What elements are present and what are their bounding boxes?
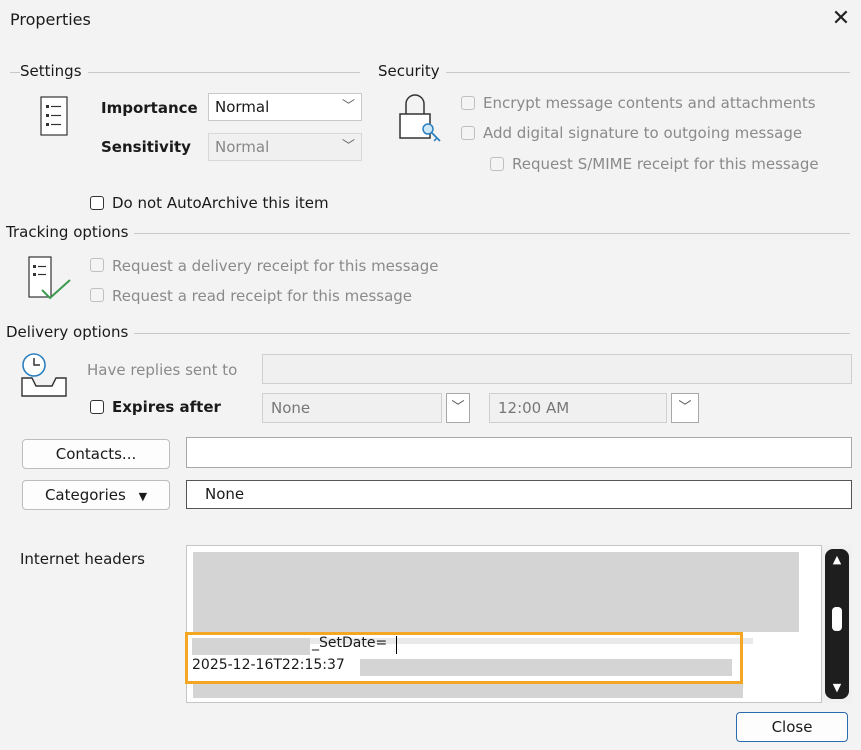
redacted-block [193, 684, 743, 698]
replies-label: Have replies sent to [87, 361, 238, 379]
properties-list-icon [40, 96, 68, 140]
delivery-receipt-label: Request a delivery receipt for this mess… [112, 257, 439, 275]
internet-headers-label: Internet headers [20, 550, 145, 568]
scrollbar-thumb[interactable] [832, 607, 842, 631]
headers-scrollbar[interactable]: ▲ ▼ [822, 545, 852, 703]
sensitivity-select[interactable]: Normal ﹀ [208, 133, 362, 161]
lock-key-icon [398, 92, 444, 152]
chevron-down-icon: ﹀ [451, 400, 465, 415]
replies-input[interactable] [262, 354, 852, 384]
read-receipt-checkbox[interactable] [90, 288, 104, 302]
redacted-block [360, 659, 732, 676]
categories-button-label: Categories [44, 486, 126, 504]
expires-date-input[interactable]: None [262, 393, 442, 423]
contacts-button[interactable]: Contacts... [22, 439, 170, 469]
clock-inbox-icon [20, 352, 70, 404]
redacted-block [193, 552, 799, 632]
header-line-date: 2025-12-16T22:15:37 [192, 657, 345, 673]
security-divider [378, 72, 850, 73]
scroll-up-icon[interactable]: ▲ [825, 553, 849, 566]
chevron-down-icon: ﹀ [341, 139, 355, 154]
digital-signature-label: Add digital signature to outgoing messag… [483, 124, 803, 142]
tracking-divider [10, 233, 850, 234]
auto-archive-label: Do not AutoArchive this item [112, 194, 329, 212]
delivery-receipt-checkbox[interactable] [90, 258, 104, 272]
smime-receipt-checkbox[interactable] [490, 157, 504, 171]
settings-heading: Settings [20, 62, 88, 80]
tracking-checklist-icon [28, 256, 74, 308]
contacts-input[interactable] [186, 437, 852, 468]
close-button[interactable]: Close [736, 712, 848, 742]
read-receipt-label: Request a read receipt for this message [112, 287, 413, 305]
auto-archive-checkbox[interactable] [90, 196, 104, 210]
security-heading: Security [378, 62, 446, 80]
caret-down-icon: ▼ [138, 490, 148, 503]
chevron-down-icon: ﹀ [678, 400, 692, 415]
text-cursor [396, 636, 397, 654]
delivery-heading: Delivery options [6, 323, 135, 341]
tracking-heading: Tracking options [6, 223, 135, 241]
scroll-down-icon[interactable]: ▼ [825, 681, 849, 694]
expires-checkbox[interactable] [90, 400, 104, 414]
importance-label: Importance [101, 99, 198, 117]
redacted-block [192, 638, 310, 655]
close-icon[interactable]: ✕ [828, 6, 854, 32]
importance-value: Normal [215, 98, 270, 116]
categories-button[interactable]: Categories ▼ [22, 480, 170, 510]
encrypt-checkbox[interactable] [461, 96, 475, 110]
importance-select[interactable]: Normal ﹀ [208, 93, 362, 121]
dialog-title: Properties [10, 10, 91, 29]
header-line-setdate: _SetDate= [312, 635, 388, 651]
sensitivity-label: Sensitivity [101, 138, 191, 156]
expires-time-dropdown[interactable]: ﹀ [671, 393, 699, 423]
chevron-down-icon: ﹀ [341, 99, 355, 114]
sensitivity-value: Normal [215, 138, 270, 156]
categories-input[interactable]: None [186, 480, 852, 509]
encrypt-label: Encrypt message contents and attachments [483, 94, 816, 112]
delivery-divider [10, 333, 850, 334]
digital-signature-checkbox[interactable] [461, 126, 475, 140]
smime-receipt-label: Request S/MIME receipt for this message [512, 155, 819, 173]
expires-label: Expires after [112, 398, 221, 416]
expires-date-dropdown[interactable]: ﹀ [446, 393, 470, 423]
expires-time-input[interactable]: 12:00 AM [489, 393, 667, 423]
